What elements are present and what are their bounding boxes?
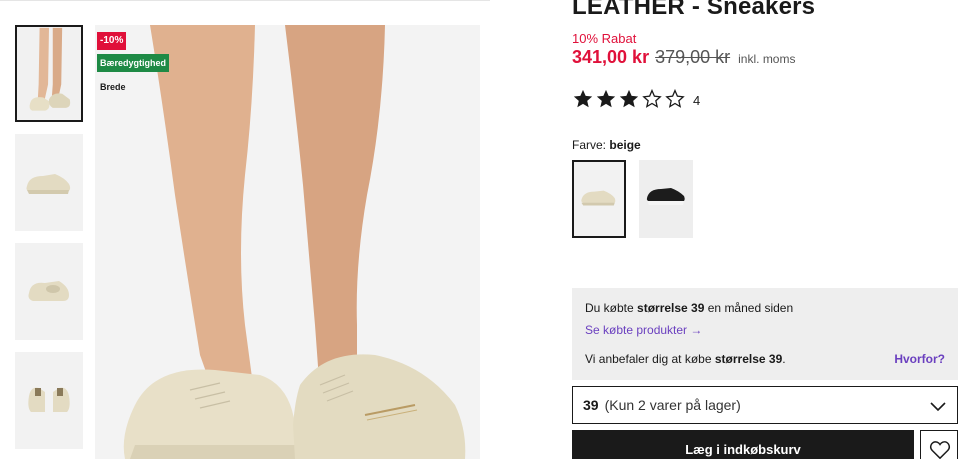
thumbnail-angle-image (15, 243, 83, 340)
selected-color: beige (609, 138, 641, 152)
size-dropdown[interactable]: 39 (Kun 2 varer på lager) (572, 386, 958, 424)
recommended-size: størrelse 39 (714, 352, 783, 366)
previous-purchase-prefix: Du købte (585, 301, 638, 315)
recommendation-suffix: . (782, 352, 786, 366)
heart-icon (929, 441, 951, 459)
star-filled-icon (596, 89, 616, 108)
vat-note: inkl. moms (738, 52, 796, 66)
thumbnail-1[interactable] (15, 25, 83, 122)
previous-purchase-size: størrelse 39 (637, 301, 705, 315)
thumbnail-back-image (15, 352, 83, 449)
why-link[interactable]: Hvorfor? (894, 352, 945, 366)
thumbnail-3[interactable] (15, 243, 83, 340)
chevron-down-icon (930, 402, 946, 412)
top-divider (0, 0, 490, 3)
selected-size: 39 (583, 397, 599, 413)
color-label: Farve: beige (572, 138, 641, 152)
discount-badge: -10% (97, 32, 127, 50)
star-filled-icon (619, 89, 639, 108)
stock-note: (Kun 2 varer på lager) (604, 397, 741, 413)
original-price: 379,00 kr (655, 47, 731, 67)
beige-sneaker-image (574, 162, 624, 236)
size-advice-panel: Du købte størrelse 39 en måned siden Se … (572, 288, 958, 380)
rating-count: 4 (693, 92, 701, 108)
price-row: 341,00 kr 379,00 kr inkl. moms (572, 47, 795, 69)
legs-sneakers-photo (95, 25, 480, 459)
sustainability-badge: Bæredygtighed (97, 54, 170, 72)
purchased-products-link[interactable]: Se købte produkter → (585, 323, 702, 337)
product-title: LEATHER - Sneakers (572, 0, 816, 20)
size-recommendation-text: Vi anbefaler dig at købe størrelse 39. (585, 352, 786, 366)
thumbnail-side-image (15, 134, 83, 231)
previous-purchase-suffix: en måned siden (704, 301, 794, 315)
black-sneaker-image (639, 160, 693, 238)
add-to-cart-button[interactable]: Læg i indkøbskurv (572, 430, 914, 459)
color-swatch-black[interactable] (639, 160, 693, 238)
current-price: 341,00 kr (572, 47, 650, 67)
wishlist-button[interactable] (920, 430, 958, 459)
thumbnail-legs-image (17, 27, 81, 120)
discount-label: 10% Rabat (572, 31, 637, 46)
thumbnail-4[interactable] (15, 352, 83, 449)
star-empty-icon (642, 88, 662, 108)
recommendation-prefix: Vi anbefaler dig at købe (585, 352, 715, 366)
color-swatch-beige[interactable] (572, 160, 626, 238)
previous-purchase-text: Du købte størrelse 39 en måned siden (585, 301, 793, 315)
fit-badge: Brede (100, 82, 126, 92)
rating-stars[interactable]: 4 (572, 88, 700, 110)
star-empty-icon (665, 88, 685, 108)
star-filled-icon (573, 89, 593, 108)
thumbnail-2[interactable] (15, 134, 83, 231)
color-label-prefix: Farve: (572, 138, 607, 152)
main-product-image[interactable]: -10% Bæredygtighed Brede (95, 25, 480, 459)
